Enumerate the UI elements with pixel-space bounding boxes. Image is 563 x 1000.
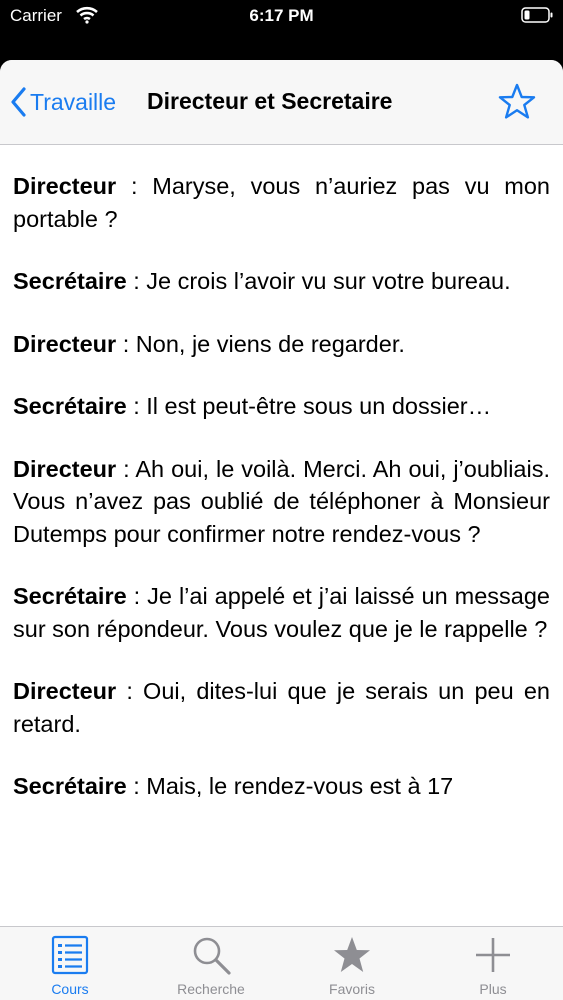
- status-time: 6:17 PM: [249, 6, 314, 25]
- line-text: : Il est peut-être sous un dossier…: [126, 393, 492, 419]
- dialogue-line: Secrétaire : Il est peut-être sous un do…: [13, 390, 550, 423]
- speaker-name: Secrétaire: [13, 393, 127, 419]
- speaker-name: Directeur: [13, 173, 117, 199]
- list-icon: [51, 935, 89, 975]
- star-icon: [334, 937, 370, 972]
- dialogue-line: Secrétaire : Je l’ai appelé et j’ai lais…: [13, 580, 550, 645]
- tab-cours[interactable]: Cours: [0, 927, 140, 1000]
- status-bar: Carrier 6:17 PM: [0, 0, 563, 34]
- dialogue-line: Directeur : Maryse, vous n’auriez pas vu…: [13, 170, 550, 235]
- speaker-name: Directeur: [13, 330, 117, 357]
- star-outline-icon: [498, 83, 536, 119]
- line-text: : Mais, le rendez-vous est à 17: [126, 773, 454, 799]
- tab-label: Cours: [51, 981, 89, 997]
- dialogue-line: Secrétaire : Je crois l’avoir vu sur vot…: [13, 265, 550, 298]
- page-title: Directeur et Secretaire: [147, 88, 393, 114]
- dialogue-line: Directeur : Ah oui, le voilà. Merci. Ah …: [13, 453, 550, 551]
- dialogue-line: Directeur : Non, je viens de regarder.: [13, 328, 550, 361]
- back-button[interactable]: Travaille: [10, 82, 116, 122]
- plus-icon: [476, 938, 510, 972]
- tab-plus[interactable]: Plus: [423, 927, 563, 1000]
- favorite-button[interactable]: [497, 82, 537, 127]
- tab-recherche[interactable]: Recherche: [141, 927, 281, 1000]
- line-text: : Non, je viens de regarder.: [116, 330, 405, 357]
- tab-label: Plus: [479, 981, 507, 997]
- line-text: : Je crois l’avoir vu sur votre bureau.: [126, 268, 511, 294]
- tab-favoris[interactable]: Favoris: [282, 927, 422, 1000]
- tab-label: Favoris: [329, 981, 375, 997]
- battery-icon: [521, 7, 553, 23]
- dialogue-line: Directeur : Oui, dites-lui que je serais…: [13, 675, 550, 740]
- speaker-name: Secrétaire: [13, 268, 127, 294]
- back-label: Travaille: [30, 88, 117, 115]
- search-icon: [193, 937, 231, 975]
- speaker-name: Secrétaire: [13, 773, 127, 799]
- navigation-bar: Travaille Directeur et Secretaire: [0, 60, 563, 145]
- tab-bar: Cours Recherche Favoris Plus: [0, 926, 563, 1000]
- content-sheet: Travaille Directeur et Secretaire Direct…: [0, 60, 563, 1000]
- speaker-name: Secrétaire: [13, 583, 127, 609]
- speaker-name: Directeur: [13, 455, 117, 482]
- tab-label: Recherche: [177, 981, 245, 997]
- speaker-name: Directeur: [13, 678, 117, 704]
- chevron-left-icon: [11, 87, 26, 117]
- dialogue-line: Secrétaire : Mais, le rendez-vous est à …: [13, 770, 550, 803]
- dialogue-text: Directeur : Maryse, vous n’auriez pas vu…: [13, 170, 550, 833]
